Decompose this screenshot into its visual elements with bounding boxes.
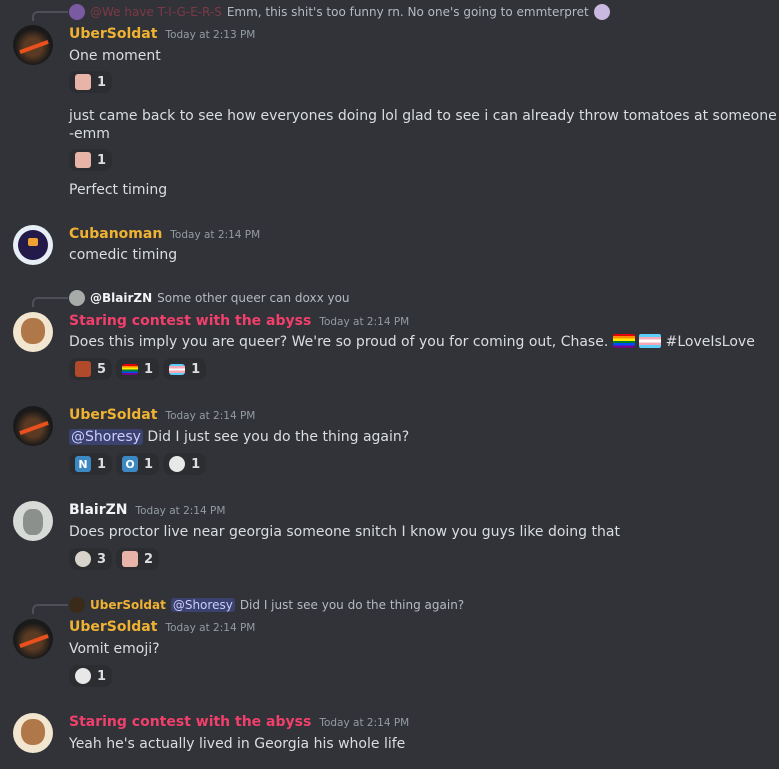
timestamp: Today at 2:14 PM [319, 717, 410, 729]
timestamp: Today at 2:13 PM [165, 29, 256, 41]
trans-flag-icon [169, 363, 186, 375]
anime-girl-icon [75, 152, 91, 168]
avatar[interactable] [13, 25, 53, 65]
reaction-button[interactable]: 1 [116, 358, 160, 380]
message-text: Vomit emoji? [69, 641, 160, 657]
reaction-button[interactable]: 1 [69, 149, 113, 171]
reply-author[interactable]: UberSoldat [90, 598, 166, 612]
reaction-button[interactable]: N1 [69, 453, 113, 475]
timestamp: Today at 2:14 PM [165, 622, 256, 634]
trans-flag-icon [639, 334, 662, 348]
reactions: 5 1 1 [69, 358, 207, 380]
anime-girl-icon [593, 4, 610, 20]
message-text: Does proctor live near georgia someone s… [69, 524, 620, 540]
reactions: 1 [69, 665, 113, 687]
o-letter-icon: O [122, 456, 139, 472]
skull-vomit-icon [169, 456, 186, 472]
reaction-button[interactable]: O1 [116, 453, 160, 475]
reply-text: Did I just see you do the thing again? [239, 598, 465, 612]
username[interactable]: UberSoldat Today at 2:14 PM [69, 407, 255, 423]
reply-avatar [69, 290, 85, 306]
reply-text: Emm, this shit's too funny rn. No one's … [226, 5, 589, 19]
reply-preview[interactable]: @BlairZN Some other queer can doxx you [69, 289, 350, 307]
reply-avatar [69, 4, 85, 20]
reactions: 1 [69, 71, 113, 93]
rainbow-flag-icon [122, 363, 139, 375]
message-text: comedic timing [69, 247, 178, 263]
reply-author[interactable]: @We have T-I-G-E-R-S [90, 5, 222, 19]
message-text: Does this imply you are queer? We're so … [69, 334, 755, 350]
user-mention[interactable]: @Shoresy [170, 598, 235, 612]
reaction-button[interactable]: 1 [163, 358, 207, 380]
skull-vomit-icon [75, 668, 91, 684]
reactions: 3 2 [69, 548, 160, 570]
message-text: -emm [69, 126, 110, 142]
custom-face-icon [75, 361, 91, 377]
reply-preview[interactable]: @We have T-I-G-E-R-S Emm, this shit's to… [69, 3, 610, 21]
username[interactable]: Staring contest with the abyss Today at 2… [69, 313, 409, 329]
avatar[interactable] [13, 713, 53, 753]
anime-girl-icon [75, 74, 91, 90]
reply-preview[interactable]: UberSoldat @Shoresy Did I just see you d… [69, 596, 464, 614]
username[interactable]: Staring contest with the abyss Today at 2… [69, 714, 409, 730]
username[interactable]: UberSoldat Today at 2:14 PM [69, 619, 255, 635]
reaction-button[interactable]: 1 [163, 453, 207, 475]
reply-spine [32, 11, 68, 21]
timestamp: Today at 2:14 PM [319, 316, 410, 328]
message-text: Perfect timing [69, 182, 168, 198]
avatar[interactable] [13, 312, 53, 352]
message-text: One moment [69, 48, 161, 64]
timestamp: Today at 2:14 PM [135, 505, 226, 517]
reaction-button[interactable]: 5 [69, 358, 113, 380]
avatar[interactable] [13, 501, 53, 541]
reply-author[interactable]: @BlairZN [90, 291, 152, 305]
rainbow-flag-icon [612, 334, 635, 348]
user-mention[interactable]: @Shoresy [69, 429, 143, 445]
reply-avatar [69, 597, 85, 613]
avatar[interactable] [13, 225, 53, 265]
avatar[interactable] [13, 619, 53, 659]
message-text: Yeah he's actually lived in Georgia his … [69, 736, 406, 752]
username[interactable]: Cubanoman Today at 2:14 PM [69, 226, 260, 242]
reactions: 1 [69, 149, 113, 171]
timestamp: Today at 2:14 PM [170, 229, 261, 241]
reactions: N1 O1 1 [69, 453, 207, 475]
reply-text: Some other queer can doxx you [157, 291, 350, 305]
username[interactable]: UberSoldat Today at 2:13 PM [69, 26, 255, 42]
ghost-face-icon [75, 551, 91, 567]
reaction-button[interactable]: 3 [69, 548, 113, 570]
reply-spine [32, 297, 68, 307]
message-text: just came back to see how everyones doin… [69, 108, 777, 124]
message-text: @Shoresy Did I just see you do the thing… [69, 429, 410, 445]
reaction-button[interactable]: 2 [116, 548, 160, 570]
n-letter-icon: N [75, 456, 91, 472]
timestamp: Today at 2:14 PM [165, 410, 256, 422]
reply-spine [32, 604, 68, 614]
anime-girl-icon [122, 551, 139, 567]
reaction-button[interactable]: 1 [69, 71, 113, 93]
reaction-button[interactable]: 1 [69, 665, 113, 687]
username[interactable]: BlairZN Today at 2:14 PM [69, 502, 225, 518]
avatar[interactable] [13, 406, 53, 446]
